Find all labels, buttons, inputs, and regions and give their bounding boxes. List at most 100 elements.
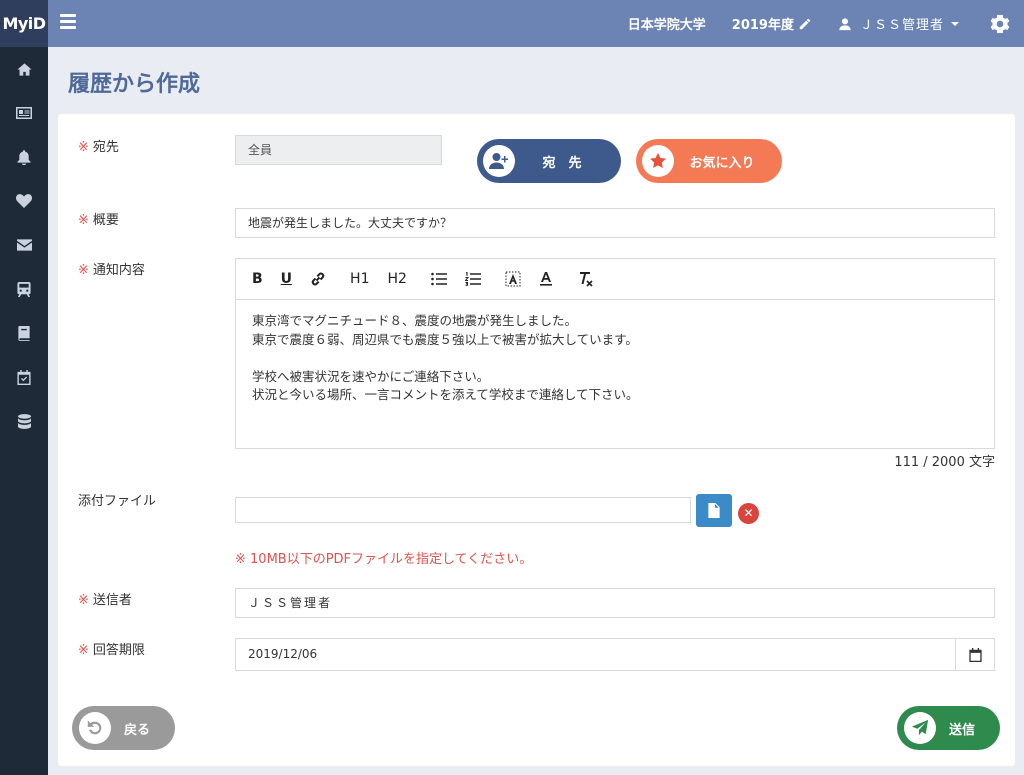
recipient-label: ※ 宛先 — [78, 136, 119, 155]
attachment-label: 添付ファイル — [78, 494, 157, 509]
undo-icon — [79, 712, 111, 744]
content-label-text: 通知内容 — [92, 263, 145, 278]
train-icon — [17, 281, 31, 297]
sidebar-item-home[interactable] — [0, 47, 48, 91]
sidebar-item-mail[interactable] — [0, 223, 48, 267]
clear-format-button[interactable] — [577, 271, 593, 287]
editor-toolbar: B U H1 H2 — [236, 259, 994, 300]
text-color-button[interactable] — [539, 271, 553, 287]
content-editor: B U H1 H2 東京湾でマグニチュード８、震度の地震が発生しました。 東京で… — [235, 258, 995, 449]
sidebar-item-id-card[interactable] — [0, 91, 48, 135]
sender-input[interactable]: ＪＳＳ管理者 — [235, 588, 995, 618]
sidebar-item-notifications[interactable] — [0, 135, 48, 179]
required-mark: ※ — [78, 643, 89, 658]
link-icon — [311, 272, 325, 286]
header-right: 日本学院大学 2019年度 ＪＳＳ管理者 — [628, 0, 1024, 47]
sidebar-item-health[interactable] — [0, 179, 48, 223]
text-color-icon — [539, 272, 552, 286]
year-selector[interactable]: 2019年度 — [732, 14, 812, 33]
sender-label: ※ 送信者 — [78, 589, 132, 608]
date-picker-button[interactable] — [956, 638, 995, 671]
highlight-button[interactable] — [505, 271, 521, 287]
top-bar: MyiD 日本学院大学 2019年度 ＪＳＳ管理者 — [0, 0, 1024, 47]
user-name: ＪＳＳ管理者 — [859, 18, 944, 33]
id-card-icon — [16, 107, 32, 119]
hamburger-menu-icon[interactable] — [60, 14, 76, 32]
content-line: 東京で震度６弱、周辺県でも震度５強以上で被害が拡大しています。 — [252, 331, 638, 347]
star-icon — [642, 145, 674, 177]
clear-attachment-button[interactable]: ✕ — [738, 503, 759, 524]
book-icon — [18, 325, 30, 341]
bullet-list-button[interactable] — [431, 272, 447, 286]
ordered-list-button[interactable] — [464, 272, 481, 286]
user-icon — [839, 17, 851, 30]
settings-button[interactable] — [986, 14, 1010, 34]
content-line: 学校へ被害状況を速やかにご連絡下さい。 — [252, 368, 490, 384]
editor-body[interactable]: 東京湾でマグニチュード８、震度の地震が発生しました。 東京で震度６弱、周辺県でも… — [236, 300, 994, 417]
summary-label-text: 概要 — [92, 213, 119, 228]
send-button-label: 送信 — [948, 722, 975, 738]
recipient-field: 全員 — [235, 135, 442, 165]
envelope-icon — [16, 239, 32, 251]
content-line: 状況と今いる場所、一言コメントを添えて学校まで連絡して下さい。 — [252, 387, 639, 402]
content-line — [252, 349, 978, 368]
character-counter: 111 / 2000 文字 — [894, 455, 995, 470]
sidebar — [0, 47, 48, 775]
deadline-input[interactable]: 2019/12/06 — [235, 638, 956, 671]
bell-icon — [17, 149, 31, 165]
attachment-input[interactable] — [235, 497, 691, 523]
page-title: 履歴から作成 — [68, 72, 201, 97]
required-mark: ※ — [78, 140, 89, 155]
university-name[interactable]: 日本学院大学 — [628, 14, 706, 33]
form-card: ※ 宛先 全員 宛 先 お気に入り ※ 概要 地震が発生しました。大丈夫ですか？ ※… — [58, 114, 1015, 766]
attachment-note: ※ 10MB以下のPDFファイルを指定してください。 — [235, 552, 533, 567]
heading2-button[interactable]: H2 — [387, 271, 406, 287]
send-button[interactable]: 送信 — [897, 706, 1000, 750]
recipient-button-label: 宛 先 — [542, 155, 582, 171]
paper-plane-icon — [904, 712, 936, 744]
favorites-button-label: お気に入り — [689, 155, 755, 171]
calendar-check-icon — [17, 369, 31, 385]
recipient-button[interactable]: 宛 先 — [477, 139, 621, 183]
brand-logo[interactable]: MyiD — [0, 0, 48, 47]
bullet-list-icon — [431, 272, 447, 286]
sidebar-item-schedule[interactable] — [0, 355, 48, 399]
heading1-button[interactable]: H1 — [350, 271, 369, 287]
back-button-label: 戻る — [123, 722, 150, 738]
add-user-icon — [483, 145, 515, 177]
summary-label: ※ 概要 — [78, 209, 119, 228]
recipient-label-text: 宛先 — [92, 140, 119, 155]
user-menu[interactable]: ＪＳＳ管理者 — [838, 14, 960, 33]
back-button[interactable]: 戻る — [72, 706, 175, 750]
ordered-list-icon — [464, 272, 481, 286]
sender-label-text: 送信者 — [92, 593, 132, 608]
clear-format-icon — [579, 272, 593, 287]
close-icon: ✕ — [743, 506, 754, 520]
sidebar-item-book[interactable] — [0, 311, 48, 355]
database-icon — [17, 413, 31, 429]
required-mark: ※ — [78, 213, 89, 228]
deadline-label: ※ 回答期限 — [78, 639, 145, 658]
gear-icon — [990, 14, 1010, 33]
required-mark: ※ — [78, 263, 89, 278]
calendar-icon — [968, 647, 982, 662]
year-label: 2019年度 — [731, 18, 794, 33]
file-select-button[interactable] — [696, 494, 732, 527]
required-mark: ※ — [78, 593, 89, 608]
summary-input[interactable]: 地震が発生しました。大丈夫ですか？ — [235, 208, 995, 238]
sidebar-item-database[interactable] — [0, 399, 48, 443]
caret-down-icon — [951, 21, 959, 26]
highlight-icon — [505, 271, 521, 287]
underline-button[interactable]: U — [281, 271, 292, 287]
bold-button[interactable]: B — [252, 271, 263, 287]
sidebar-item-transport[interactable] — [0, 267, 48, 311]
content-line: 東京湾でマグニチュード８、震度の地震が発生しました。 — [252, 313, 578, 328]
pencil-icon — [799, 18, 811, 29]
heartbeat-icon — [16, 194, 32, 208]
file-icon — [708, 503, 720, 518]
content-label: ※ 通知内容 — [78, 259, 145, 278]
link-button[interactable] — [310, 271, 326, 287]
favorites-button[interactable]: お気に入り — [636, 139, 782, 183]
home-icon — [16, 62, 32, 76]
deadline-label-text: 回答期限 — [92, 643, 145, 658]
